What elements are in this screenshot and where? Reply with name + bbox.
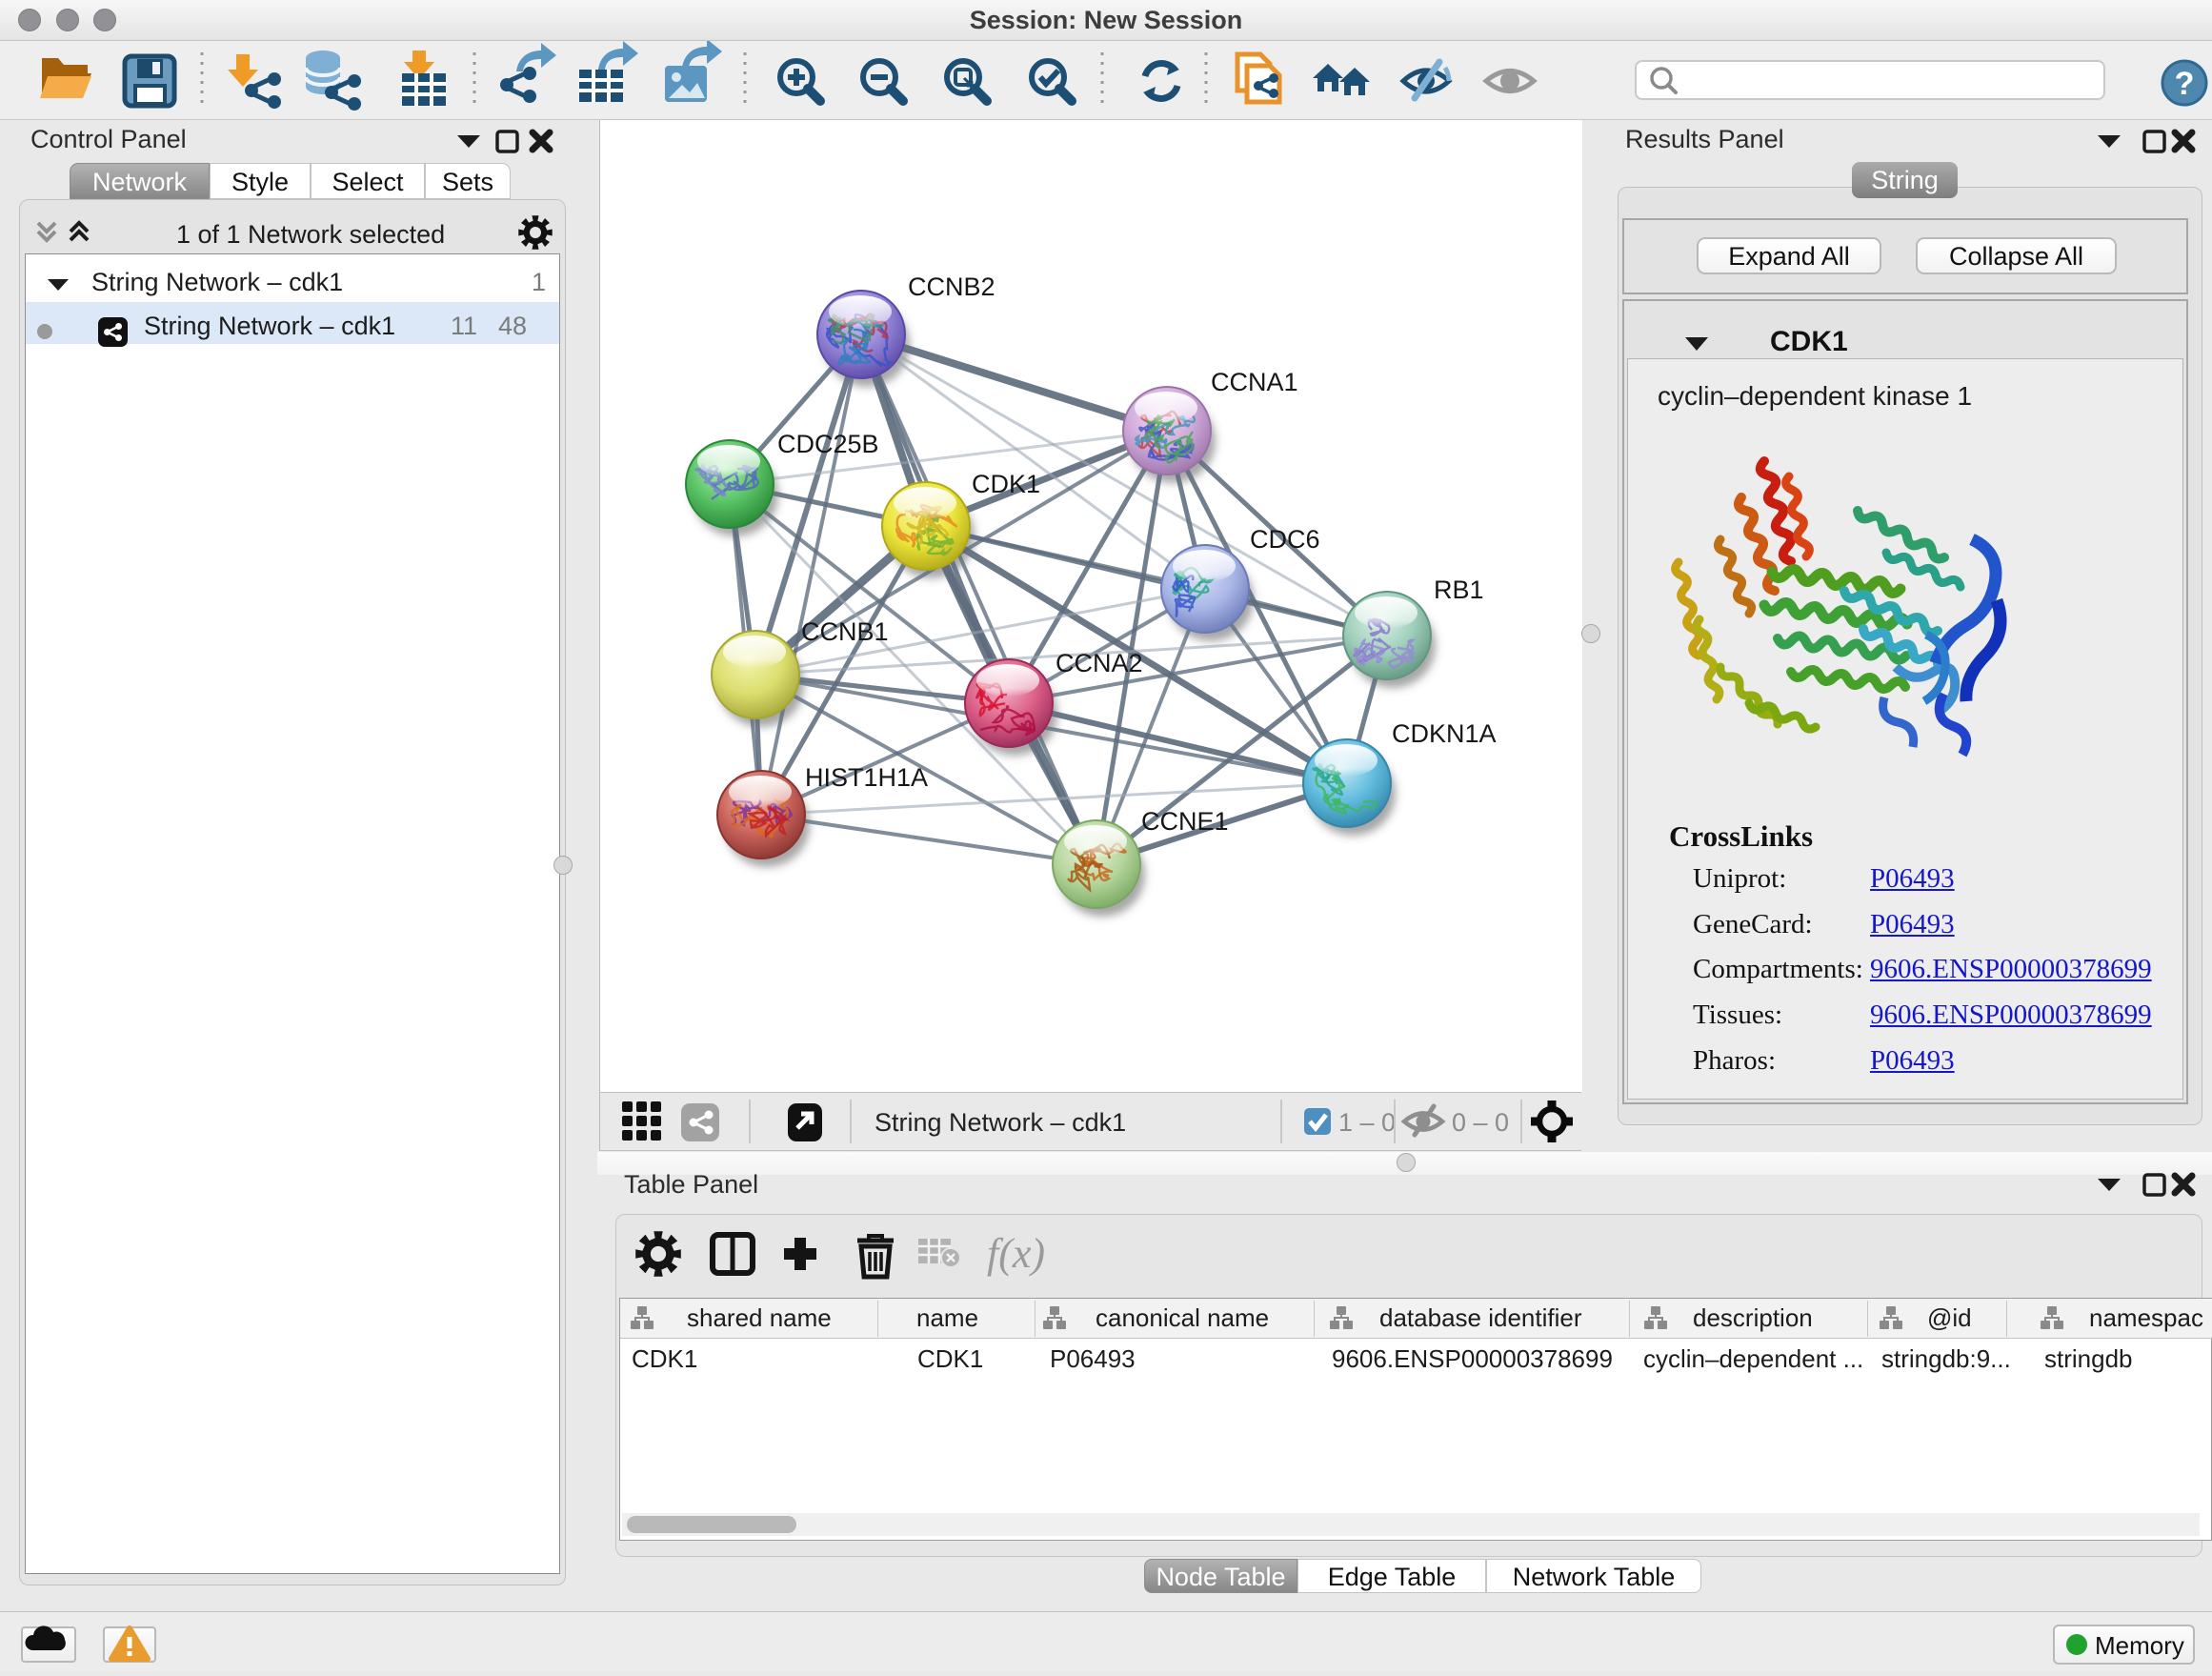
svg-text:?: ?	[2175, 66, 2195, 102]
svg-text:RB1: RB1	[1434, 575, 1484, 604]
svg-text:CDC6: CDC6	[1250, 525, 1320, 554]
svg-text:CDKN1A: CDKN1A	[1392, 719, 1497, 748]
svg-text:CCNB2: CCNB2	[908, 273, 995, 301]
svg-text:CCNE1: CCNE1	[1141, 807, 1229, 836]
svg-text:HIST1H1A: HIST1H1A	[805, 763, 928, 792]
svg-text:CCNA2: CCNA2	[1056, 649, 1143, 677]
svg-text:CCNA1: CCNA1	[1211, 368, 1298, 396]
svg-text:f(x): f(x)	[987, 1230, 1045, 1277]
svg-text:CDK1: CDK1	[972, 470, 1040, 498]
svg-text:CCNB1: CCNB1	[801, 617, 889, 646]
svg-text:CDC25B: CDC25B	[777, 430, 879, 458]
